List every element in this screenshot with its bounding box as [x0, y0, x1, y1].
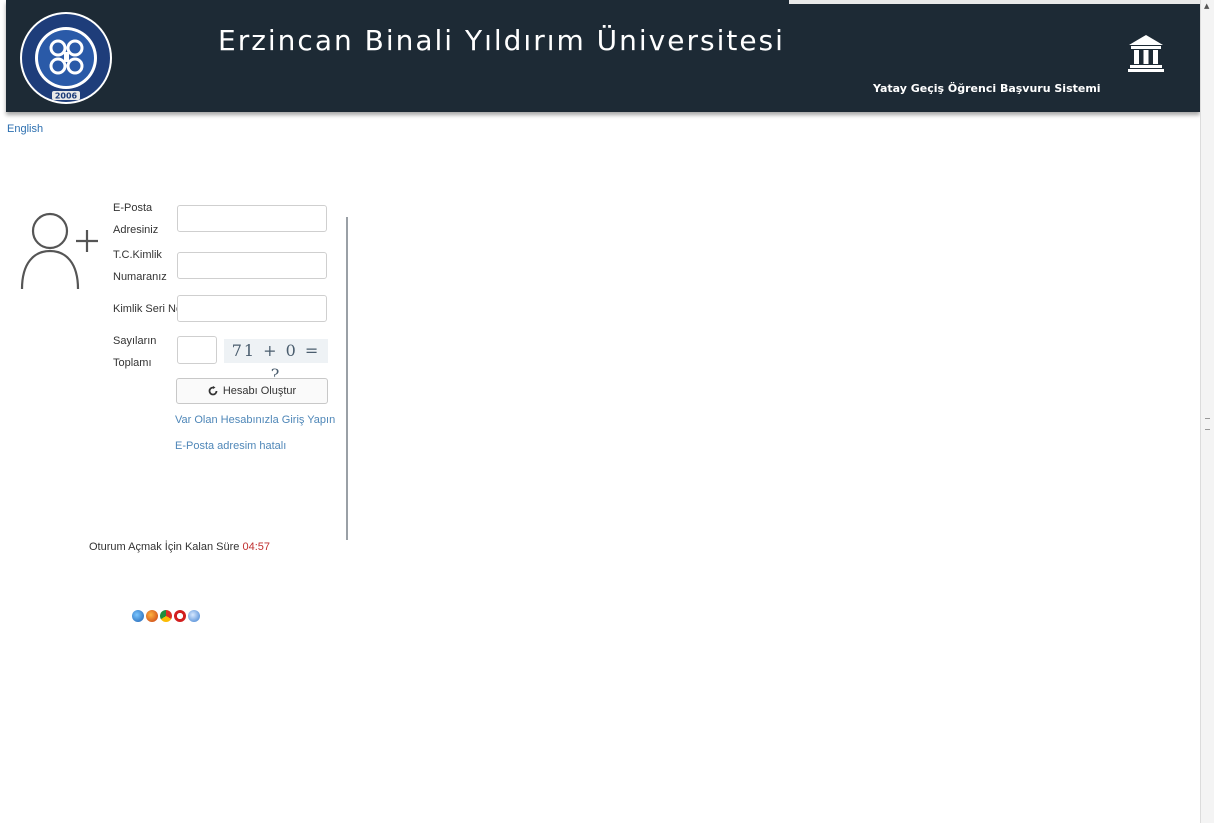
sum-label-line1: Sayıların — [113, 335, 157, 347]
email-label-line2: Adresiniz — [113, 224, 159, 236]
university-seal-icon: 2006 — [20, 12, 112, 104]
email-label-line1: E-Posta — [113, 202, 153, 214]
safari-icon — [188, 610, 200, 622]
serial-number-input[interactable] — [177, 295, 327, 322]
firefox-icon — [146, 610, 158, 622]
captcha-image: 71 + 0 = ? — [224, 339, 328, 384]
system-subtitle: Yatay Geçiş Öğrenci Başvuru Sistemi — [873, 82, 1101, 95]
session-timer-value: 04:57 — [242, 541, 270, 553]
create-account-button[interactable]: Hesabı Oluştur — [176, 378, 328, 404]
building-icon — [1128, 35, 1164, 72]
tc-number-input[interactable] — [177, 252, 327, 279]
scroll-grip[interactable] — [1205, 418, 1210, 430]
email-input[interactable] — [177, 205, 327, 232]
email-error-link[interactable]: E-Posta adresim hatalı — [175, 440, 286, 452]
tc-label: T.C.Kimlik Numaranız — [113, 244, 167, 288]
logo-year: 2006 — [55, 92, 78, 101]
scroll-up-arrow-icon[interactable]: ▲ — [1204, 2, 1209, 10]
session-timer: Oturum Açmak İçin Kalan Süre 04:57 — [89, 541, 270, 553]
header-bar: 2006 Erzincan Binali Yıldırım Üniversite… — [6, 0, 1200, 112]
captcha-sum-input[interactable] — [177, 336, 217, 364]
opera-icon — [174, 610, 186, 622]
create-account-label: Hesabı Oluştur — [222, 385, 297, 397]
refresh-icon — [208, 386, 218, 396]
tc-label-line2: Numaranız — [113, 271, 167, 283]
english-language-link[interactable]: English — [7, 123, 43, 135]
vertical-divider — [346, 217, 348, 540]
tc-label-line1: T.C.Kimlik — [113, 249, 162, 261]
sum-label-line2: Toplamı — [113, 357, 152, 369]
sum-label: Sayıların Toplamı — [113, 330, 156, 374]
page-title: Erzincan Binali Yıldırım Üniversitesi — [218, 24, 785, 57]
vertical-scrollbar[interactable]: ▲ — [1200, 0, 1214, 823]
header-top-strip — [789, 0, 1200, 4]
session-timer-label: Oturum Açmak İçin Kalan Süre — [89, 541, 240, 553]
email-label: E-Posta Adresiniz — [113, 197, 158, 241]
login-existing-account-link[interactable]: Var Olan Hesabınızla Giriş Yapın — [175, 414, 335, 426]
chrome-icon — [160, 610, 172, 622]
add-user-icon — [20, 212, 98, 289]
serial-label: Kimlik Seri No — [113, 303, 183, 315]
supported-browsers — [132, 610, 200, 622]
ie-icon — [132, 610, 144, 622]
